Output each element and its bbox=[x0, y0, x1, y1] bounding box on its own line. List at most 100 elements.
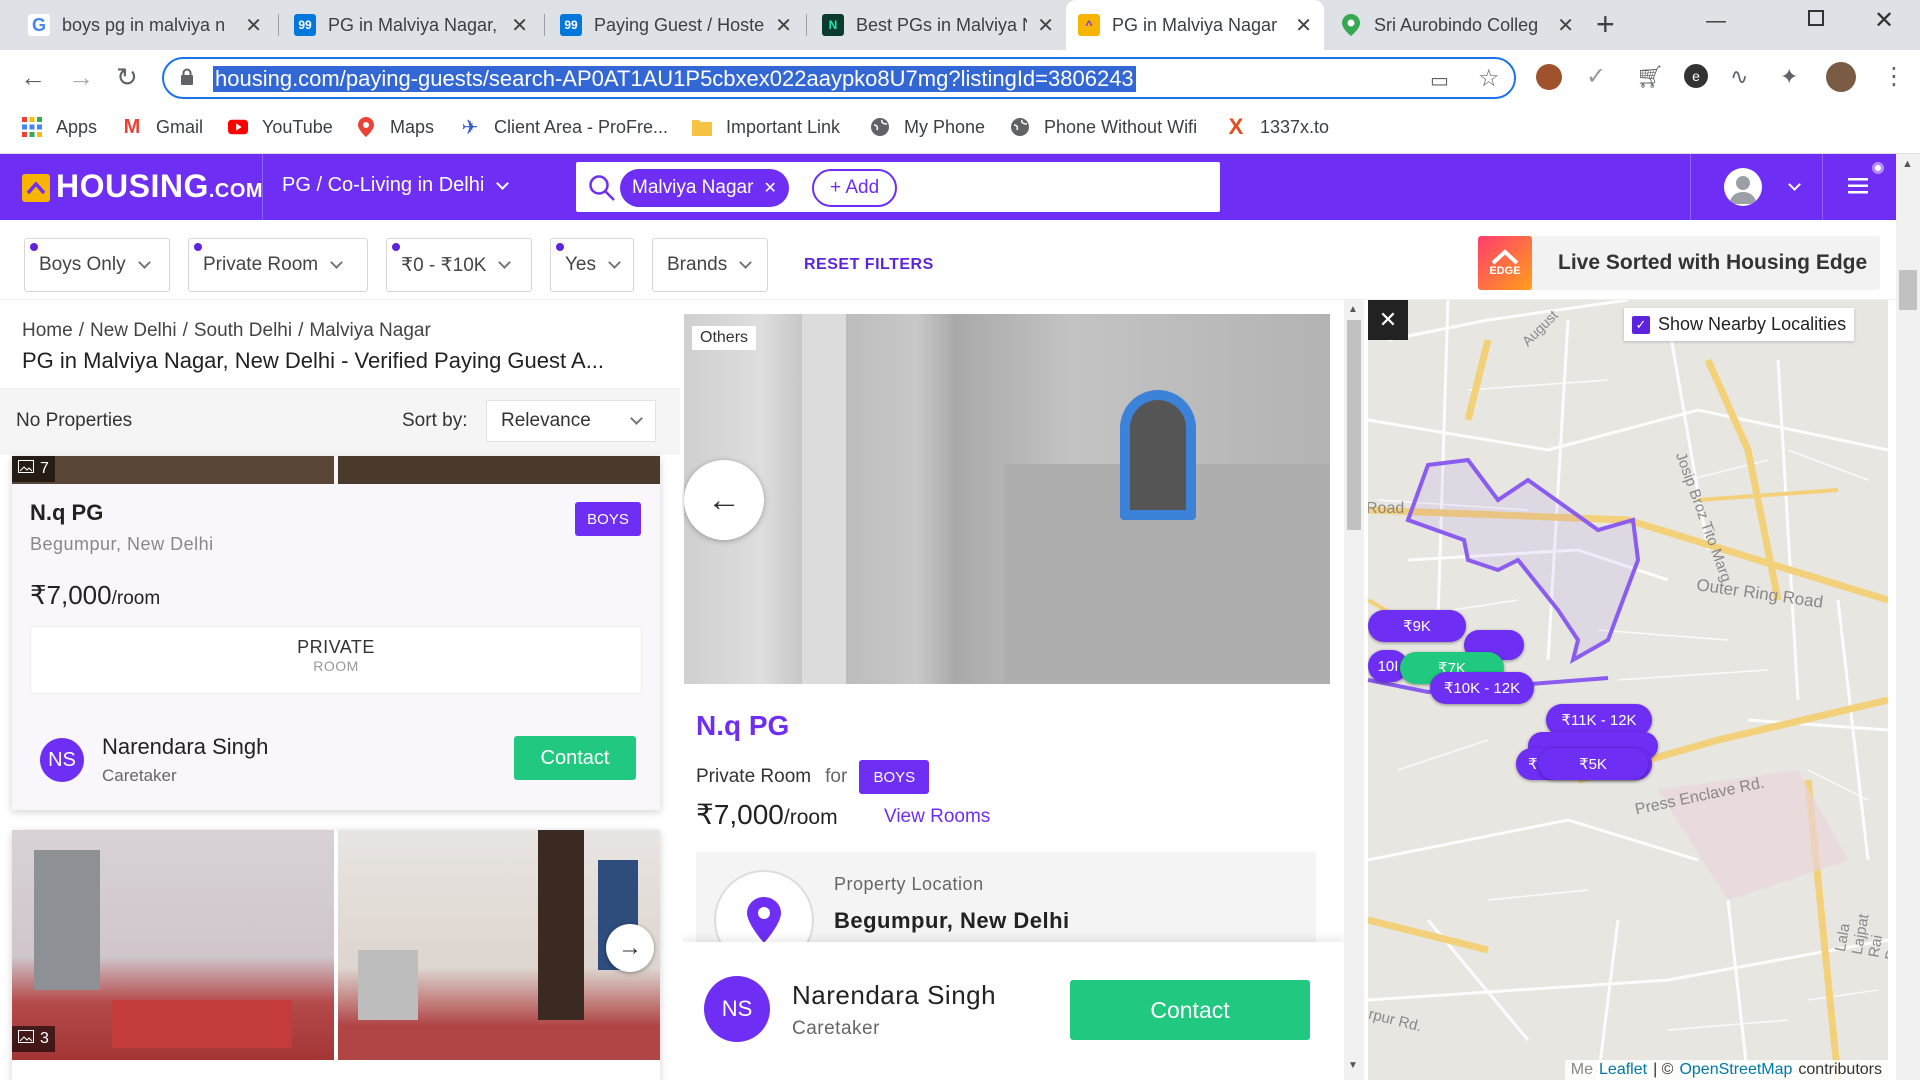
price-pin[interactable]: ₹5K bbox=[1538, 748, 1648, 780]
browser-tab[interactable]: Sri Aurobindo Colleg ✕ bbox=[1328, 0, 1586, 50]
reload-icon[interactable]: ↻ bbox=[116, 62, 138, 93]
leaflet-link[interactable]: Leaflet bbox=[1599, 1061, 1647, 1079]
property-name[interactable]: N.q PG bbox=[30, 500, 103, 526]
map-panel[interactable]: ✕ ✓ Show Nearby Localities August Road O… bbox=[1368, 300, 1888, 1080]
close-tab-icon[interactable]: ✕ bbox=[511, 13, 528, 38]
filter-label: Yes bbox=[565, 254, 596, 275]
sort-dropdown[interactable]: Relevance bbox=[486, 400, 656, 442]
filter-label: Brands bbox=[667, 254, 728, 275]
bookmark-my-phone[interactable]: My Phone bbox=[870, 110, 985, 144]
filter-budget[interactable]: ₹0 - ₹10K bbox=[386, 238, 532, 292]
bookmark-maps[interactable]: Maps bbox=[356, 110, 434, 144]
property-photo[interactable] bbox=[338, 456, 660, 484]
housing-logo[interactable]: HOUSING.COM bbox=[56, 168, 263, 205]
contact-button[interactable]: Contact bbox=[1070, 980, 1310, 1040]
bookmark-apps[interactable]: Apps bbox=[22, 110, 97, 144]
close-tab-icon[interactable]: ✕ bbox=[245, 13, 262, 38]
housing-edge-banner[interactable]: EDGE Live Sorted with Housing Edge bbox=[1478, 236, 1880, 290]
filter-brands[interactable]: Brands bbox=[652, 238, 768, 292]
bookmark-youtube[interactable]: YouTube bbox=[228, 110, 333, 144]
minimize-icon[interactable]: — bbox=[1706, 10, 1726, 33]
browser-tab[interactable]: N Best PGs in Malviya N ✕ bbox=[810, 0, 1066, 50]
housing-icon: ^ bbox=[1078, 14, 1100, 36]
filter-boys-only[interactable]: Boys Only bbox=[24, 238, 170, 292]
browser-tab[interactable]: 99 Paying Guest / Hoste ✕ bbox=[548, 0, 804, 50]
breadcrumb-south-delhi[interactable]: South Delhi bbox=[194, 320, 292, 342]
chevron-down-icon bbox=[496, 176, 510, 190]
housing-logo-icon[interactable] bbox=[22, 174, 50, 202]
scroll-up-arrow-icon[interactable]: ▲ bbox=[1902, 158, 1913, 170]
breadcrumb-new-delhi[interactable]: New Delhi bbox=[90, 320, 177, 342]
grammar-extension-icon[interactable]: e bbox=[1684, 64, 1708, 88]
back-icon[interactable]: ← bbox=[20, 62, 46, 93]
bookmark-important-link[interactable]: Important Link bbox=[692, 110, 840, 144]
price-pin[interactable]: ₹10K - 12K bbox=[1430, 672, 1534, 704]
new-tab-icon[interactable]: + bbox=[1596, 6, 1615, 43]
cart-extension-icon[interactable]: 🛒︎ bbox=[1636, 64, 1664, 90]
checkbox-checked-icon[interactable]: ✓ bbox=[1632, 315, 1650, 334]
hamburger-menu-icon[interactable] bbox=[1848, 178, 1868, 199]
osm-link[interactable]: OpenStreetMap bbox=[1679, 1061, 1792, 1079]
breadcrumb-home[interactable]: Home bbox=[22, 320, 73, 342]
bookmark-label: Phone Without Wifi bbox=[1044, 116, 1198, 137]
bookmark-phone-without-wifi[interactable]: Phone Without Wifi bbox=[1010, 110, 1197, 144]
bookmark-1337x[interactable]: X 1337x.to bbox=[1226, 110, 1329, 144]
cast-icon[interactable]: ▭ bbox=[1430, 68, 1449, 93]
close-tab-icon[interactable]: ✕ bbox=[1037, 13, 1054, 38]
cupboard-shape bbox=[34, 850, 100, 990]
browser-tab-active[interactable]: ^ PG in Malviya Nagar ✕ bbox=[1066, 0, 1324, 50]
property-main-photo[interactable] bbox=[684, 314, 1330, 684]
browser-tab[interactable]: G boys pg in malviya n ✕ bbox=[16, 0, 274, 50]
photo-category-tag: Others bbox=[692, 326, 757, 350]
category-dropdown[interactable]: PG / Co-Living in Delhi bbox=[282, 174, 510, 197]
close-tab-icon[interactable]: ✕ bbox=[1557, 13, 1574, 38]
extensions-puzzle-icon[interactable]: ✦ bbox=[1780, 64, 1798, 90]
contact-button[interactable]: Contact bbox=[514, 736, 636, 780]
nobroker-icon: N bbox=[822, 14, 844, 36]
user-avatar[interactable] bbox=[1724, 168, 1762, 206]
bookmark-client-area[interactable]: ✈ Client Area - ProFre... bbox=[460, 110, 668, 144]
property-photo[interactable] bbox=[12, 830, 334, 1060]
detail-scrollbar-thumb[interactable] bbox=[1347, 320, 1361, 530]
restore-icon[interactable] bbox=[1808, 10, 1824, 26]
pulse-extension-icon[interactable]: ∿ bbox=[1730, 64, 1748, 90]
bookmark-star-icon[interactable]: ☆ bbox=[1478, 64, 1500, 93]
search-box[interactable]: Malviya Nagar ✕ + Add bbox=[576, 162, 1220, 212]
forward-icon[interactable]: → bbox=[68, 62, 94, 93]
cookie-extension-icon[interactable] bbox=[1536, 64, 1562, 90]
tab-title: Paying Guest / Hoste bbox=[594, 14, 765, 35]
reset-filters-button[interactable]: RESET FILTERS bbox=[804, 256, 934, 274]
page-scrollbar-thumb[interactable] bbox=[1899, 270, 1917, 310]
road-label: Road bbox=[1368, 500, 1405, 517]
caretaker-avatar: NS bbox=[40, 738, 84, 782]
chevron-down-icon[interactable] bbox=[1788, 178, 1801, 191]
property-card[interactable]: 3 → bbox=[12, 830, 660, 1080]
price-pin[interactable]: ₹9K bbox=[1368, 610, 1466, 642]
profile-avatar[interactable] bbox=[1826, 62, 1856, 92]
search-chip[interactable]: Malviya Nagar ✕ bbox=[620, 169, 789, 207]
scroll-down-arrow-icon[interactable]: ▼ bbox=[1348, 1060, 1358, 1071]
next-photo-arrow-icon[interactable]: → bbox=[606, 924, 654, 972]
view-rooms-link[interactable]: View Rooms bbox=[884, 806, 990, 828]
filter-label: ₹0 - ₹10K bbox=[401, 254, 487, 276]
property-card[interactable]: 7 N.q PG Begumpur, New Delhi BOYS ₹7,000… bbox=[12, 456, 660, 810]
tab-title: Best PGs in Malviya N bbox=[856, 14, 1028, 35]
chrome-menu-icon[interactable]: ⋮ bbox=[1882, 62, 1906, 91]
url-text[interactable]: housing.com/paying-guests/search-AP0AT1A… bbox=[213, 66, 1136, 92]
scroll-up-arrow-icon[interactable]: ▲ bbox=[1348, 304, 1358, 315]
show-nearby-toggle[interactable]: ✓ Show Nearby Localities bbox=[1624, 308, 1855, 341]
filter-private-room[interactable]: Private Room bbox=[188, 238, 368, 292]
bookmark-gmail[interactable]: M Gmail bbox=[122, 110, 203, 144]
remove-chip-icon[interactable]: ✕ bbox=[763, 178, 776, 198]
breadcrumb-malviya-nagar[interactable]: Malviya Nagar bbox=[309, 320, 430, 342]
close-tab-icon[interactable]: ✕ bbox=[775, 13, 792, 38]
previous-photo-arrow-icon[interactable]: ← bbox=[684, 460, 764, 540]
filter-yes[interactable]: Yes bbox=[550, 238, 634, 292]
close-map-icon[interactable]: ✕ bbox=[1368, 300, 1408, 340]
check-extension-icon[interactable]: ✓ bbox=[1586, 62, 1606, 91]
window-close-icon[interactable]: ✕ bbox=[1874, 6, 1894, 35]
property-photo[interactable] bbox=[12, 456, 334, 484]
close-tab-icon[interactable]: ✕ bbox=[1295, 13, 1312, 38]
browser-tab[interactable]: 99 PG in Malviya Nagar, ✕ bbox=[282, 0, 540, 50]
add-location-button[interactable]: + Add bbox=[812, 169, 898, 207]
